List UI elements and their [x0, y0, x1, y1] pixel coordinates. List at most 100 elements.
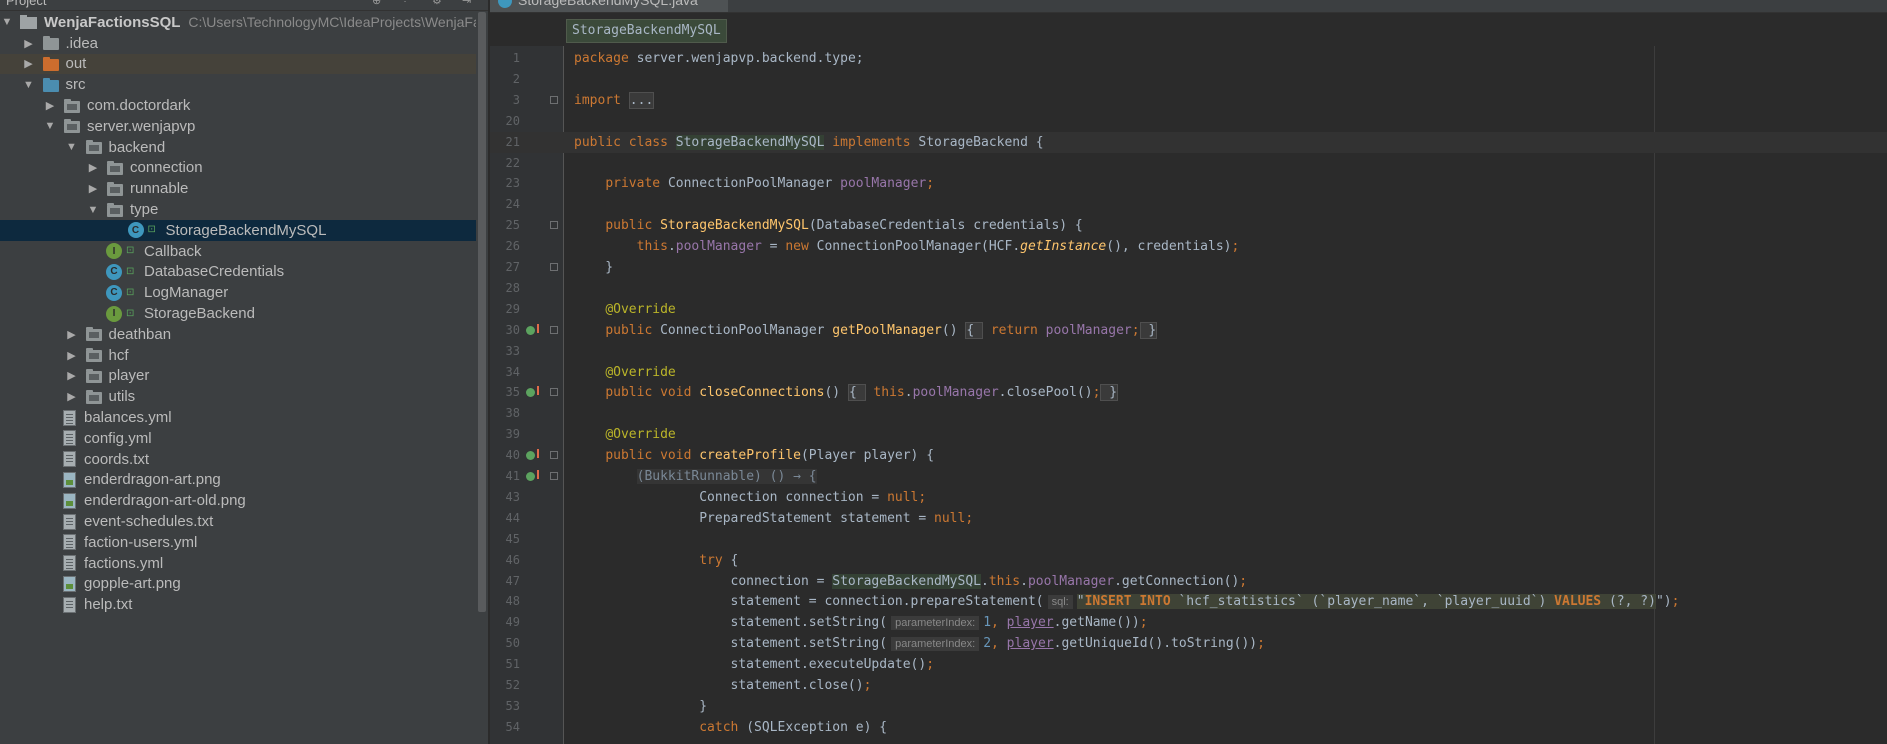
code-line[interactable]: 53 }: [490, 696, 1887, 717]
tree-item-storagebackendmysql[interactable]: ▶ C⊡ StorageBackendMySQL: [0, 220, 476, 241]
tree-item-wenjafactionssql[interactable]: ▼ WenjaFactionsSQL C:\Users\TechnologyMC\I…: [0, 12, 488, 33]
expanded-arrow-icon[interactable]: ▼: [86, 204, 100, 216]
code-line[interactable]: 3 import ...: [490, 90, 1887, 111]
expanded-arrow-icon[interactable]: ▼: [65, 141, 79, 153]
code-line[interactable]: 43 Connection connection = null;: [490, 487, 1887, 508]
collapse-all-icon[interactable]: ÷: [402, 0, 408, 6]
line-number[interactable]: 39: [490, 424, 520, 445]
code-line[interactable]: 39 @Override: [490, 424, 1887, 445]
tree-item-config-yml[interactable]: ▶ config.yml: [0, 428, 476, 449]
line-number[interactable]: 50: [490, 633, 520, 654]
overrides-method-icon[interactable]: [526, 449, 539, 461]
code-line[interactable]: 44 PreparedStatement statement = null;: [490, 508, 1887, 529]
line-number[interactable]: 20: [490, 111, 520, 132]
tree-item-player[interactable]: ▶ player: [0, 366, 476, 387]
code-line[interactable]: 27 }: [490, 257, 1887, 278]
line-number[interactable]: 45: [490, 529, 520, 550]
code-line[interactable]: 47 connection = StorageBackendMySQL.this…: [490, 571, 1887, 592]
collapsed-arrow-icon[interactable]: ▶: [65, 369, 79, 382]
code-area[interactable]: 1 package server.wenjapvp.backend.type; 2 3…: [490, 46, 1887, 744]
code-line[interactable]: 48 statement = connection.prepareStateme…: [490, 591, 1887, 612]
line-number[interactable]: 52: [490, 675, 520, 696]
line-number[interactable]: 54: [490, 717, 520, 738]
line-number[interactable]: 34: [490, 362, 520, 383]
project-tree-scroll-thumb[interactable]: [478, 12, 486, 612]
line-number[interactable]: 41: [490, 466, 520, 487]
line-number[interactable]: 33: [490, 341, 520, 362]
tree-item-out[interactable]: ▶ out: [0, 53, 476, 75]
code-line[interactable]: 46 try {: [490, 550, 1887, 571]
fold-marker-icon[interactable]: [550, 472, 558, 480]
expanded-arrow-icon[interactable]: ▼: [22, 79, 36, 91]
line-number[interactable]: 44: [490, 508, 520, 529]
code-line[interactable]: 26 this.poolManager = new ConnectionPool…: [490, 236, 1887, 257]
code-line[interactable]: 45: [490, 529, 1887, 550]
tree-item--idea[interactable]: ▶ .idea: [0, 33, 476, 54]
tree-item-com-doctordark[interactable]: ▶ com.doctordark: [0, 95, 476, 116]
code-line[interactable]: 1 package server.wenjapvp.backend.type;: [490, 48, 1887, 69]
line-number[interactable]: 3: [490, 90, 520, 111]
fold-marker-icon[interactable]: [550, 388, 558, 397]
overrides-method-icon[interactable]: [526, 470, 539, 481]
tree-item-connection[interactable]: ▶ connection: [0, 158, 476, 179]
overrides-method-icon[interactable]: [526, 323, 539, 335]
tree-item-deathban[interactable]: ▶ deathban: [0, 324, 476, 345]
tree-item-src[interactable]: ▼ src: [0, 74, 476, 95]
code-line[interactable]: 2: [490, 69, 1887, 90]
collapsed-arrow-icon[interactable]: ▶: [65, 349, 79, 362]
code-line[interactable]: 24: [490, 194, 1887, 215]
collapsed-arrow-icon[interactable]: ▶: [86, 182, 100, 195]
tree-item-event-schedules-txt[interactable]: ▶ event-schedules.txt: [0, 511, 476, 532]
collapsed-arrow-icon[interactable]: ▶: [22, 37, 36, 50]
line-number[interactable]: 2: [490, 69, 520, 90]
code-line[interactable]: 54 catch (SQLException e) {: [490, 717, 1887, 738]
scroll-from-source-icon[interactable]: ⊕: [372, 0, 381, 7]
line-number[interactable]: 1: [490, 48, 520, 69]
line-number[interactable]: 21: [490, 132, 520, 153]
code-line[interactable]: 34 @Override: [490, 362, 1887, 383]
breadcrumb[interactable]: StorageBackendMySQL: [566, 19, 727, 43]
code-line[interactable]: 51 statement.executeUpdate();: [490, 654, 1887, 675]
tree-item-hcf[interactable]: ▶ hcf: [0, 345, 476, 366]
line-number[interactable]: 40: [490, 445, 520, 466]
line-number[interactable]: 26: [490, 236, 520, 257]
tab-storagebackendmysql[interactable]: StorageBackendMySQL.java: [490, 0, 728, 12]
line-number[interactable]: 53: [490, 696, 520, 717]
line-number[interactable]: 28: [490, 278, 520, 299]
fold-marker-icon[interactable]: [550, 95, 558, 104]
code-line[interactable]: 52 statement.close();: [490, 675, 1887, 696]
tree-item-type[interactable]: ▼ type: [0, 199, 476, 220]
tree-item-help-txt[interactable]: ▶ help.txt: [0, 594, 476, 615]
line-number[interactable]: 49: [490, 612, 520, 633]
code-line[interactable]: 20: [490, 111, 1887, 132]
fold-marker-icon[interactable]: [550, 325, 558, 334]
code-line[interactable]: 30 public ConnectionPoolManager getPoolM…: [490, 320, 1887, 341]
collapsed-arrow-icon[interactable]: ▶: [22, 57, 36, 70]
line-number[interactable]: 38: [490, 403, 520, 424]
code-line[interactable]: 29 @Override: [490, 299, 1887, 320]
code-line[interactable]: 25 public StorageBackendMySQL(DatabaseCr…: [490, 215, 1887, 236]
tree-item-gopple-art-png[interactable]: ▶ gopple-art.png: [0, 574, 476, 595]
line-number[interactable]: 29: [490, 299, 520, 320]
line-number[interactable]: 30: [490, 320, 520, 341]
expanded-arrow-icon[interactable]: ▼: [43, 120, 57, 132]
tree-item-factions-yml[interactable]: ▶ factions.yml: [0, 553, 476, 574]
line-number[interactable]: 25: [490, 215, 520, 236]
line-number[interactable]: 48: [490, 591, 520, 612]
fold-marker-icon[interactable]: [550, 221, 558, 230]
tree-item-logmanager[interactable]: ▶ C ⊡ LogManager: [0, 282, 476, 303]
expanded-arrow-icon[interactable]: ▼: [0, 16, 14, 28]
tree-item-backend[interactable]: ▼ backend: [0, 137, 476, 158]
line-number[interactable]: 27: [490, 257, 520, 278]
line-number[interactable]: 23: [490, 173, 520, 194]
code-line[interactable]: 21 public class StorageBackendMySQL imple…: [490, 131, 1887, 153]
overrides-method-icon[interactable]: [526, 386, 539, 398]
line-number[interactable]: 46: [490, 550, 520, 571]
tree-item-enderdragon-art-old-png[interactable]: ▶ enderdragon-art-old.png: [0, 490, 476, 511]
line-number[interactable]: 24: [490, 194, 520, 215]
code-line[interactable]: 23 private ConnectionPoolManager poolMan…: [490, 173, 1887, 194]
code-line[interactable]: 41 (BukkitRunnable) () → {: [490, 466, 1887, 487]
code-line[interactable]: 22: [490, 153, 1887, 174]
collapsed-arrow-icon[interactable]: ▶: [65, 328, 79, 341]
code-line[interactable]: 33: [490, 341, 1887, 362]
